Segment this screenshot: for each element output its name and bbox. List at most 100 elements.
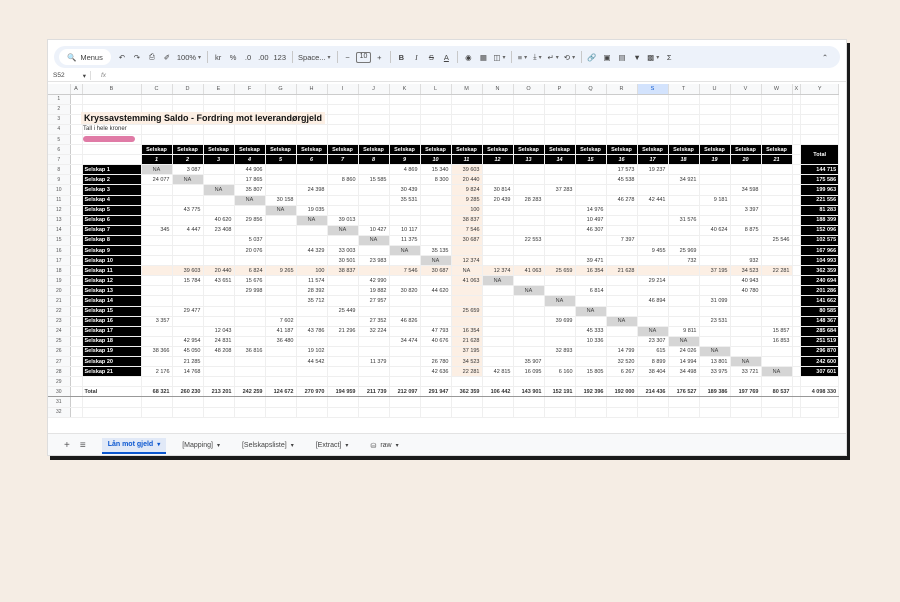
value-cell[interactable] <box>699 235 731 247</box>
value-cell[interactable] <box>296 316 328 327</box>
value-cell[interactable] <box>575 195 607 206</box>
na-cell[interactable]: NA <box>203 184 235 196</box>
cell[interactable] <box>70 154 83 166</box>
na-cell[interactable]: NA <box>141 164 173 176</box>
cell[interactable] <box>800 114 840 125</box>
column-header-e[interactable]: E <box>203 84 235 95</box>
value-cell[interactable]: 932 <box>730 255 762 267</box>
cell[interactable] <box>358 376 390 388</box>
value-cell[interactable]: 16 354 <box>575 265 607 277</box>
value-cell[interactable]: 6 824 <box>234 265 266 277</box>
row-header[interactable]: 28 <box>48 366 71 378</box>
column-total[interactable]: 143 901 <box>513 386 545 398</box>
value-cell[interactable]: 39 471 <box>575 255 607 267</box>
value-cell[interactable] <box>575 346 607 358</box>
value-cell[interactable] <box>172 195 204 206</box>
company-name[interactable]: Selskap 14 <box>82 295 142 307</box>
value-cell[interactable] <box>327 275 359 287</box>
cell[interactable] <box>792 104 802 115</box>
value-cell[interactable] <box>172 285 204 297</box>
value-cell[interactable] <box>327 235 359 247</box>
column-header-c[interactable]: C <box>141 84 173 95</box>
row-header[interactable]: 12 <box>48 205 71 216</box>
cell[interactable] <box>637 114 669 125</box>
row-total[interactable]: 285 684 <box>800 326 840 337</box>
value-cell[interactable]: 27 957 <box>358 295 390 307</box>
value-cell[interactable] <box>637 265 669 277</box>
cell[interactable] <box>70 407 83 418</box>
value-cell[interactable] <box>141 195 173 206</box>
value-cell[interactable] <box>172 255 204 267</box>
na-cell[interactable]: NA <box>544 295 576 307</box>
cell[interactable] <box>792 164 802 176</box>
value-cell[interactable] <box>730 195 762 206</box>
cell[interactable] <box>792 366 802 378</box>
cell[interactable] <box>70 184 83 196</box>
value-cell[interactable] <box>575 316 607 327</box>
row-header[interactable]: 30 <box>48 386 71 398</box>
value-cell[interactable]: 22 281 <box>451 366 483 378</box>
row-header[interactable]: 21 <box>48 295 71 307</box>
cell[interactable] <box>606 376 638 388</box>
text-wrap-icon[interactable]: ↵ <box>545 49 560 65</box>
font-size-decrease-icon[interactable]: − <box>341 49 355 65</box>
value-cell[interactable] <box>482 336 514 347</box>
column-total[interactable]: 211 739 <box>358 386 390 398</box>
cell[interactable] <box>792 144 802 156</box>
column-header-a[interactable]: A <box>70 84 83 95</box>
row-header[interactable]: 23 <box>48 316 71 327</box>
value-cell[interactable] <box>234 295 266 307</box>
cell[interactable] <box>358 396 390 408</box>
currency-button[interactable]: kr <box>211 49 225 65</box>
cell[interactable] <box>606 396 638 408</box>
cell[interactable] <box>761 104 793 115</box>
value-cell[interactable] <box>575 356 607 368</box>
value-cell[interactable]: 42 441 <box>637 195 669 206</box>
value-cell[interactable] <box>141 326 173 337</box>
row-total[interactable]: 188 399 <box>800 215 840 226</box>
value-cell[interactable] <box>761 245 793 257</box>
value-cell[interactable] <box>389 356 421 368</box>
value-cell[interactable] <box>730 336 762 347</box>
cell[interactable] <box>141 376 173 388</box>
cell[interactable] <box>327 407 359 418</box>
value-cell[interactable]: 46 278 <box>606 195 638 206</box>
cell[interactable] <box>792 306 802 317</box>
value-cell[interactable] <box>575 245 607 257</box>
value-cell[interactable]: 14 768 <box>172 366 204 378</box>
cell[interactable] <box>668 396 700 408</box>
cell[interactable] <box>70 336 83 347</box>
value-cell[interactable] <box>203 295 235 307</box>
value-cell[interactable] <box>606 336 638 347</box>
value-cell[interactable] <box>513 336 545 347</box>
value-cell[interactable]: 32 224 <box>358 326 390 337</box>
value-cell[interactable] <box>544 255 576 267</box>
value-cell[interactable]: 7 602 <box>265 316 297 327</box>
cell[interactable] <box>141 124 173 135</box>
cell[interactable] <box>513 407 545 418</box>
cell[interactable] <box>668 124 700 135</box>
value-cell[interactable] <box>172 184 204 196</box>
cell[interactable] <box>606 124 638 135</box>
value-cell[interactable]: 7 397 <box>606 235 638 247</box>
value-cell[interactable]: 33 975 <box>699 366 731 378</box>
value-cell[interactable] <box>234 336 266 347</box>
row-header[interactable]: 16 <box>48 245 71 257</box>
cell[interactable] <box>730 407 762 418</box>
value-cell[interactable]: 25 659 <box>544 265 576 277</box>
row-total[interactable]: 81 283 <box>800 205 840 216</box>
value-cell[interactable]: 4 447 <box>172 225 204 236</box>
value-cell[interactable] <box>761 275 793 287</box>
value-cell[interactable]: 34 523 <box>451 356 483 368</box>
value-cell[interactable] <box>513 225 545 236</box>
value-cell[interactable] <box>637 205 669 216</box>
value-cell[interactable] <box>699 245 731 257</box>
value-cell[interactable] <box>668 275 700 287</box>
value-cell[interactable] <box>420 184 452 196</box>
percent-button[interactable]: % <box>226 49 240 65</box>
value-cell[interactable]: 7 546 <box>389 265 421 277</box>
cell[interactable] <box>70 346 83 358</box>
value-cell[interactable] <box>637 316 669 327</box>
value-cell[interactable]: 31 576 <box>668 215 700 226</box>
value-cell[interactable] <box>575 174 607 186</box>
